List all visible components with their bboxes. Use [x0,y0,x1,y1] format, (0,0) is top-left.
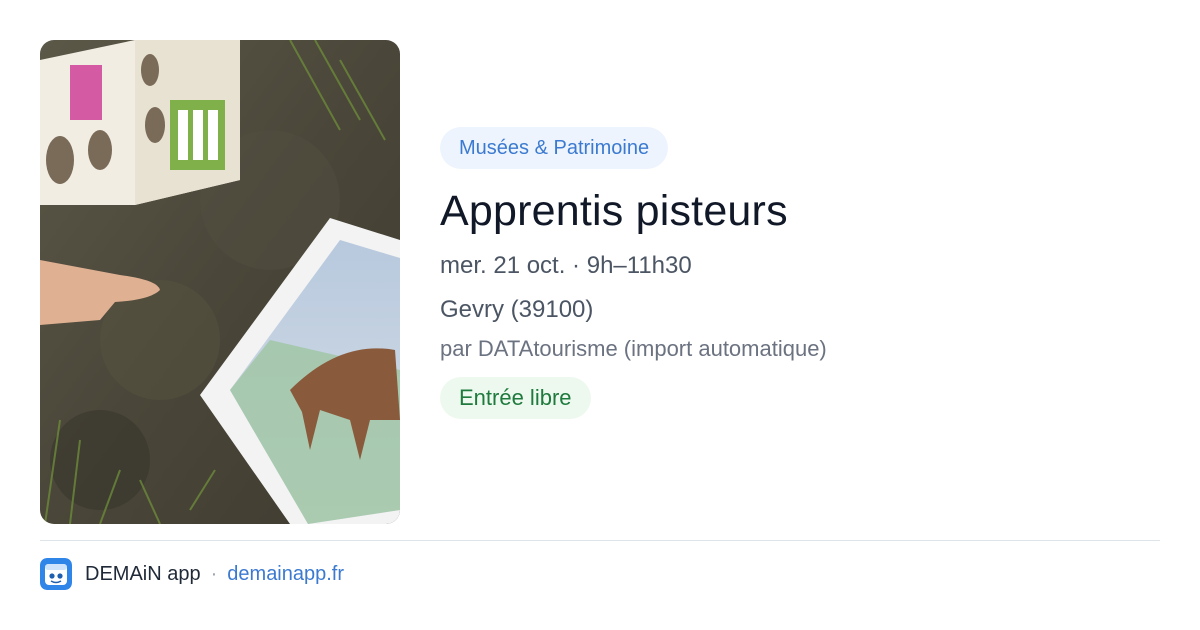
app-name: DEMAiN app [85,562,201,585]
event-photo-image [40,40,400,524]
footer-divider [40,540,1160,541]
event-photo [40,40,400,524]
price-badge: Entrée libre [440,377,591,419]
footer-separator: · [210,562,218,585]
event-author: par DATAtourisme (import automatique) [440,336,827,361]
event-location: Gevry (39100) [440,296,594,323]
app-url-link[interactable]: demainapp.fr [227,563,344,586]
event-info: Musées & Patrimoine Apprentis pisteurs m… [440,127,1160,419]
footer: DEMAiN app · demainapp.fr [40,558,344,590]
demain-app-logo-icon [40,558,72,590]
event-date-time: mer. 21 oct. · 9h–11h30 [440,252,692,279]
category-badge[interactable]: Musées & Patrimoine [440,127,669,169]
event-title: Apprentis pisteurs [440,187,788,235]
